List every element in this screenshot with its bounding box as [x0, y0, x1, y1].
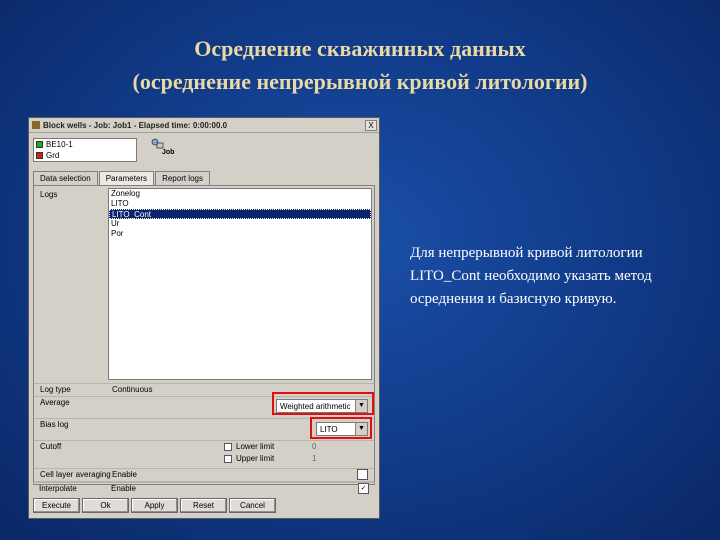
lower-limit-checkbox[interactable]	[224, 443, 232, 451]
log-item[interactable]: LITO	[109, 199, 371, 209]
slide-title: Осреднение скважинных данных (осреднение…	[0, 32, 720, 98]
average-label: Average	[40, 398, 70, 407]
cell-layer-toggle[interactable]	[357, 469, 368, 480]
job-icon	[151, 138, 164, 149]
well-color-swatch	[36, 141, 43, 148]
slide-description: Для непрерывной кривой литологии LITO_Co…	[410, 245, 652, 307]
logs-list[interactable]: Zonelog LITO LITO_Cont Ur Por	[108, 188, 372, 380]
slide-title-line2: (осреднение непрерывной кривой литологии…	[132, 69, 588, 94]
lower-limit-value[interactable]: 0	[312, 442, 316, 451]
close-button[interactable]: X	[365, 119, 377, 131]
tab-report-logs[interactable]: Report logs	[155, 171, 210, 185]
slide-title-line1: Осреднение скважинных данных	[194, 36, 526, 61]
cell-layer-label: Cell layer averaging	[40, 470, 111, 479]
job-button[interactable]: Job	[147, 135, 181, 159]
well-row[interactable]: Grd	[34, 150, 136, 161]
job-label: Job	[162, 149, 175, 156]
well-row[interactable]: BE10-1	[34, 139, 136, 150]
execute-button[interactable]: Execute	[33, 498, 80, 513]
apply-button[interactable]: Apply	[131, 498, 178, 513]
tab-strip: Data selection Parameters Report logs	[33, 171, 211, 186]
window-title: Block wells - Job: Job1 - Elapsed time: …	[43, 120, 228, 130]
ok-button[interactable]: Ok	[82, 498, 129, 513]
interpolate-toggle[interactable]: ✓	[358, 483, 369, 494]
upper-limit-checkbox[interactable]	[224, 455, 232, 463]
upper-limit-value[interactable]: 1	[312, 454, 316, 463]
log-item-selected[interactable]: LITO_Cont	[109, 209, 371, 219]
cell-layer-value: Enable	[112, 470, 137, 479]
app-icon	[32, 121, 40, 129]
button-bar: Execute Ok Apply Reset Cancel	[33, 498, 278, 513]
cutoff-label: Cutoff	[40, 442, 62, 451]
param-row-cutoff: Cutoff	[34, 440, 374, 468]
well-name: Grd	[46, 151, 60, 160]
well-color-swatch	[36, 152, 43, 159]
reset-button[interactable]: Reset	[180, 498, 227, 513]
tab-parameters[interactable]: Parameters	[98, 171, 155, 186]
block-wells-window: Block wells - Job: Job1 - Elapsed time: …	[28, 117, 380, 519]
log-item[interactable]: Por	[109, 229, 371, 239]
wells-list[interactable]: BE10-1 Grd	[33, 138, 137, 162]
log-type-value: Continuous	[112, 385, 153, 394]
bias-log-label: Bias log	[40, 420, 69, 429]
highlight-bias-log	[310, 417, 372, 439]
param-row-interpolate-visible: Interpolate Enable ✓	[33, 482, 375, 494]
cancel-button[interactable]: Cancel	[229, 498, 276, 513]
upper-limit-label: Upper limit	[236, 454, 275, 463]
log-item[interactable]: Zonelog	[109, 189, 371, 199]
window-titlebar[interactable]: Block wells - Job: Job1 - Elapsed time: …	[29, 118, 379, 133]
lower-limit-label: Lower limit	[236, 442, 275, 451]
interpolate-value: Enable	[111, 484, 136, 493]
well-name: BE10-1	[46, 140, 73, 149]
parameters-panel: Logs Zonelog LITO LITO_Cont Ur Por Log t…	[33, 185, 375, 485]
interpolate-label: Interpolate	[39, 484, 77, 493]
param-row-cell-layer: Cell layer averaging Enable	[34, 468, 374, 480]
log-type-label: Log type	[40, 385, 71, 394]
tab-data-selection[interactable]: Data selection	[33, 171, 98, 185]
logs-label: Logs	[40, 190, 58, 199]
highlight-average	[272, 392, 374, 415]
log-item[interactable]: Ur	[109, 219, 371, 229]
